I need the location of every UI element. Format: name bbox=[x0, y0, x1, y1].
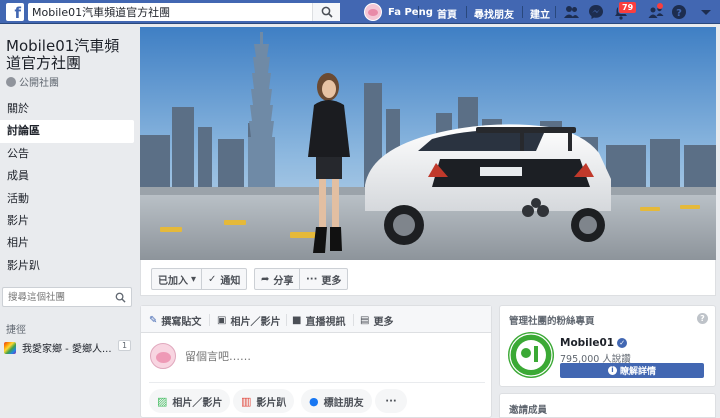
search-icon[interactable] bbox=[115, 292, 126, 303]
more-button[interactable]: ··· 更多 bbox=[299, 268, 349, 290]
watch-party-label: 影片趴 bbox=[256, 397, 287, 409]
avatar bbox=[150, 343, 176, 369]
profile-name: Fa Peng bbox=[388, 6, 433, 18]
photo-video-label: 相片／影片 bbox=[172, 397, 223, 409]
video-camera-icon: ■ bbox=[292, 315, 302, 326]
notifications-label: 通知 bbox=[220, 275, 241, 287]
learn-more-label: 瞭解詳情 bbox=[619, 367, 656, 377]
unread-dot bbox=[657, 3, 663, 9]
svg-text:?: ? bbox=[676, 8, 682, 19]
top-navigation-bar: f Fa Peng 首頁 尋找朋友 建立 79 ? bbox=[0, 0, 720, 24]
sidebar-item-discussion[interactable]: 討論區 bbox=[0, 120, 134, 143]
composer-divider bbox=[149, 382, 485, 383]
photo-icon: ▣ bbox=[217, 315, 227, 326]
tab-divider bbox=[353, 314, 354, 326]
info-icon: i bbox=[607, 366, 617, 375]
tag-friends-label: 標註朋友 bbox=[323, 397, 364, 409]
group-type-text: 公開社團 bbox=[19, 78, 59, 89]
tab-write-post[interactable]: ✎ 撰寫貼文 bbox=[149, 313, 201, 328]
nav-divider bbox=[418, 6, 419, 18]
photo-video-button[interactable]: ▨ 相片／影片 bbox=[149, 389, 231, 413]
tab-photo-video[interactable]: ▣ 相片／影片 bbox=[217, 313, 280, 328]
shortcut-item[interactable]: 我愛家鄉 - 愛鄉人... 1 bbox=[4, 340, 132, 355]
post-composer: ✎ 撰寫貼文 ▣ 相片／影片 ■ 直播視訊 ▤ 更多 ▨ 相片／影片 ▥ 影片趴… bbox=[140, 305, 492, 418]
tab-more[interactable]: ▤ 更多 bbox=[360, 313, 393, 328]
panel-heading: 管理社團的粉絲專頁 bbox=[509, 316, 595, 327]
shortcut-label: 我愛家鄉 - 愛鄉人... bbox=[22, 344, 112, 355]
sidebar-item-watch-party[interactable]: 影片趴 bbox=[0, 255, 134, 277]
messenger-icon[interactable] bbox=[587, 3, 605, 21]
sidebar-item-announcements[interactable]: 公告 bbox=[0, 143, 134, 165]
more-options-button[interactable]: ··· bbox=[375, 389, 407, 413]
friend-requests-icon[interactable] bbox=[562, 3, 580, 21]
shortcut-count-badge: 1 bbox=[118, 340, 132, 351]
globe-icon bbox=[6, 76, 16, 87]
group-search-input[interactable] bbox=[2, 287, 132, 307]
tab-live-video[interactable]: ■ 直播視訊 bbox=[292, 313, 345, 328]
sidebar-item-videos[interactable]: 影片 bbox=[0, 210, 134, 232]
tag-friends-button[interactable]: ● 標註朋友 bbox=[301, 389, 372, 413]
group-sidebar-nav: 關於 討論區 公告 成員 活動 影片 相片 影片趴 bbox=[0, 98, 134, 277]
share-arrow-icon: ➦ bbox=[261, 273, 270, 285]
group-thumbnail-icon bbox=[4, 341, 16, 354]
composer-tabs: ✎ 撰寫貼文 ▣ 相片／影片 ■ 直播視訊 ▤ 更多 bbox=[141, 306, 491, 333]
sidebar-item-photos[interactable]: 相片 bbox=[0, 232, 134, 254]
help-icon[interactable]: ? bbox=[697, 313, 708, 324]
group-privacy-label: 公開社團 bbox=[6, 74, 59, 89]
learn-more-button[interactable]: i 瞭解詳情 bbox=[560, 363, 704, 378]
share-button[interactable]: ➦ 分享 bbox=[254, 268, 301, 290]
more-grid-icon: ▤ bbox=[360, 315, 370, 326]
managing-page-panel: 管理社團的粉絲專頁 ? Mobile01 ✓ 795,000 人說讚 i 瞭解詳… bbox=[499, 305, 716, 387]
tab-photo-video-label: 相片／影片 bbox=[230, 317, 281, 328]
nav-find-friends-link[interactable]: 尋找朋友 bbox=[474, 6, 514, 21]
popcorn-icon: ▥ bbox=[241, 394, 252, 408]
page-name-text: Mobile01 bbox=[560, 337, 615, 349]
tab-live-video-label: 直播視訊 bbox=[305, 317, 346, 328]
nav-create-link[interactable]: 建立 bbox=[530, 6, 550, 21]
tag-friends-icon: ● bbox=[309, 394, 319, 408]
tab-divider bbox=[286, 314, 287, 326]
search-button[interactable] bbox=[312, 3, 340, 21]
joined-button[interactable]: 已加入 ▾ bbox=[151, 268, 208, 290]
group-action-bar: 已加入 ▾ ✓ 通知 ➦ 分享 ··· 更多 bbox=[140, 260, 716, 296]
avatar bbox=[364, 3, 382, 21]
invite-members-heading: 邀請成員 bbox=[509, 405, 548, 416]
sidebar-item-about[interactable]: 關於 bbox=[0, 98, 134, 120]
more-dots-icon: ··· bbox=[306, 273, 318, 285]
photo-icon: ▨ bbox=[157, 394, 168, 408]
facebook-logo-icon[interactable]: f bbox=[6, 3, 24, 21]
nav-divider bbox=[555, 6, 556, 18]
sidebar-item-events[interactable]: 活動 bbox=[0, 188, 134, 210]
nav-divider bbox=[466, 6, 467, 18]
joined-label: 已加入 bbox=[158, 275, 188, 287]
post-input[interactable] bbox=[185, 350, 485, 363]
search-input[interactable] bbox=[28, 3, 340, 21]
tab-more-label: 更多 bbox=[373, 317, 394, 328]
tab-write-post-label: 撰寫貼文 bbox=[161, 317, 202, 328]
mobile01-logo-icon[interactable] bbox=[508, 332, 554, 378]
nav-home-link[interactable]: 首頁 bbox=[437, 6, 457, 21]
share-label: 分享 bbox=[273, 275, 294, 287]
help-icon[interactable]: ? bbox=[670, 3, 688, 21]
profile-link[interactable]: Fa Peng bbox=[364, 2, 433, 22]
group-title[interactable]: Mobile01汽車頻道官方社團 bbox=[6, 38, 134, 72]
sidebar-item-members[interactable]: 成員 bbox=[0, 165, 134, 187]
invite-members-panel: 邀請成員 bbox=[499, 393, 716, 418]
more-options-icon: ··· bbox=[385, 395, 397, 407]
more-label: 更多 bbox=[321, 275, 342, 287]
search-icon bbox=[321, 6, 333, 18]
watch-party-button[interactable]: ▥ 影片趴 bbox=[233, 389, 295, 413]
check-icon: ✓ bbox=[208, 273, 217, 285]
chevron-down-icon: ▾ bbox=[191, 273, 197, 285]
notification-count-badge: 79 bbox=[618, 1, 638, 14]
verified-badge-icon: ✓ bbox=[617, 338, 628, 348]
page-name[interactable]: Mobile01 ✓ bbox=[560, 337, 628, 349]
shortcuts-heading: 捷徑 bbox=[6, 325, 26, 336]
nav-divider bbox=[522, 6, 523, 18]
tab-divider bbox=[209, 314, 210, 326]
account-menu-icon[interactable] bbox=[697, 3, 715, 21]
pencil-icon: ✎ bbox=[149, 315, 158, 326]
group-cover-photo[interactable] bbox=[140, 27, 716, 260]
notifications-button[interactable]: ✓ 通知 bbox=[201, 268, 248, 290]
